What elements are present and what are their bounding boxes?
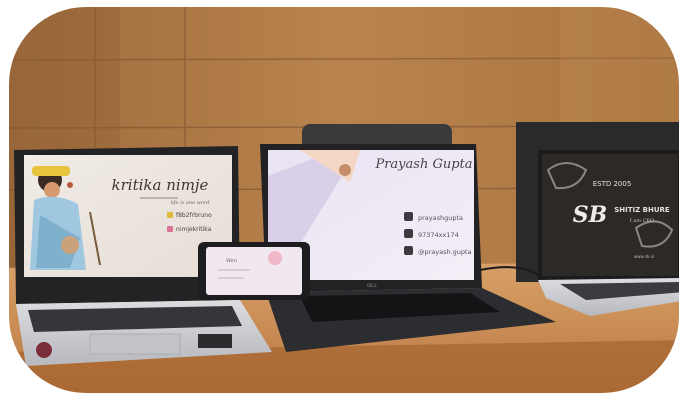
left-handle: nimjekritika	[176, 226, 212, 233]
phone-screen	[206, 247, 302, 295]
camera-icon	[404, 246, 413, 255]
dell-logo: DELL	[367, 283, 378, 288]
phone-text: Wen	[226, 258, 237, 264]
center-facebook: prayashgupta	[418, 214, 463, 222]
right-estd: ESTD 2005	[593, 180, 632, 188]
facebook-icon	[404, 212, 413, 221]
laptop-right: ESTD 2005 SB SHITIZ BHURE I am CEO www.s…	[538, 150, 680, 316]
sticker	[36, 342, 52, 358]
right-role: I am CEO	[629, 218, 654, 224]
phone-icon	[404, 229, 413, 238]
left-name: kritika nimje	[112, 176, 209, 194]
photo-scene: kritika nimje life is one word f8b2frbru…	[0, 0, 688, 398]
laptop-right-screen	[542, 154, 678, 276]
right-monogram: SB	[573, 202, 607, 228]
right-url: www.sb.in	[634, 254, 655, 259]
phone-device: Wen	[198, 242, 310, 300]
center-name: Prayash Gupta	[374, 157, 472, 172]
center-instagram: @prayash.gupta	[418, 248, 472, 256]
scene-svg: kritika nimje life is one word f8b2frbru…	[7, 5, 681, 395]
left-tagline: life is one word	[170, 200, 209, 206]
center-phone: 97374xx174	[418, 231, 459, 239]
right-name: SHITIZ BHURE	[614, 206, 670, 214]
handle-icon	[167, 226, 173, 232]
instagram-icon	[167, 212, 173, 218]
left-instagram: f8b2frbruno	[176, 212, 212, 219]
